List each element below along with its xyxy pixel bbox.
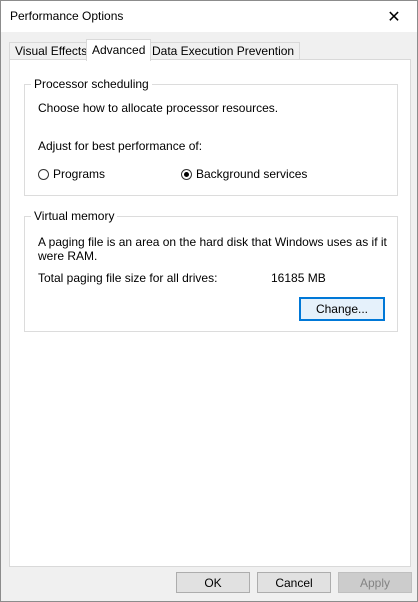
radio-programs-label: Programs: [53, 167, 106, 181]
radio-circle-background-services: [181, 168, 192, 180]
tab-advanced[interactable]: Advanced: [86, 39, 152, 61]
radio-circle-programs: [38, 168, 49, 180]
total-paging-label: Total paging file size for all drives:: [38, 271, 218, 285]
cancel-button[interactable]: Cancel: [257, 572, 331, 593]
virtual-memory-description: A paging file is an area on the hard dis…: [38, 235, 387, 263]
processor-description: Choose how to allocate processor resourc…: [38, 101, 279, 115]
close-icon: ✕: [387, 8, 401, 26]
processor-scheduling-legend: Processor scheduling: [31, 77, 152, 91]
title-bar: Performance Options ✕: [1, 1, 417, 32]
ok-button[interactable]: OK: [176, 572, 250, 593]
tab-visual-effects[interactable]: Visual Effects: [9, 42, 94, 60]
virtual-memory-legend: Virtual memory: [31, 209, 118, 223]
change-button[interactable]: Change...: [299, 297, 385, 321]
advanced-tab-panel: Processor scheduling Choose how to alloc…: [9, 59, 411, 567]
processor-scheduling-group: Processor scheduling Choose how to alloc…: [24, 77, 398, 196]
close-button[interactable]: ✕: [371, 1, 417, 32]
virtual-memory-group: Virtual memory A paging file is an area …: [24, 209, 398, 332]
adjust-performance-label: Adjust for best performance of:: [38, 139, 203, 153]
total-paging-value: 16185 MB: [271, 271, 326, 285]
tab-data-execution-prevention[interactable]: Data Execution Prevention: [146, 42, 301, 60]
radio-programs[interactable]: Programs: [38, 167, 105, 181]
radio-background-services-label: Background services: [196, 167, 308, 181]
performance-options-window: Performance Options ✕ Visual Effects Adv…: [0, 0, 418, 602]
radio-background-services[interactable]: Background services: [181, 167, 307, 181]
apply-button[interactable]: Apply: [338, 572, 412, 593]
window-title: Performance Options: [10, 9, 124, 23]
